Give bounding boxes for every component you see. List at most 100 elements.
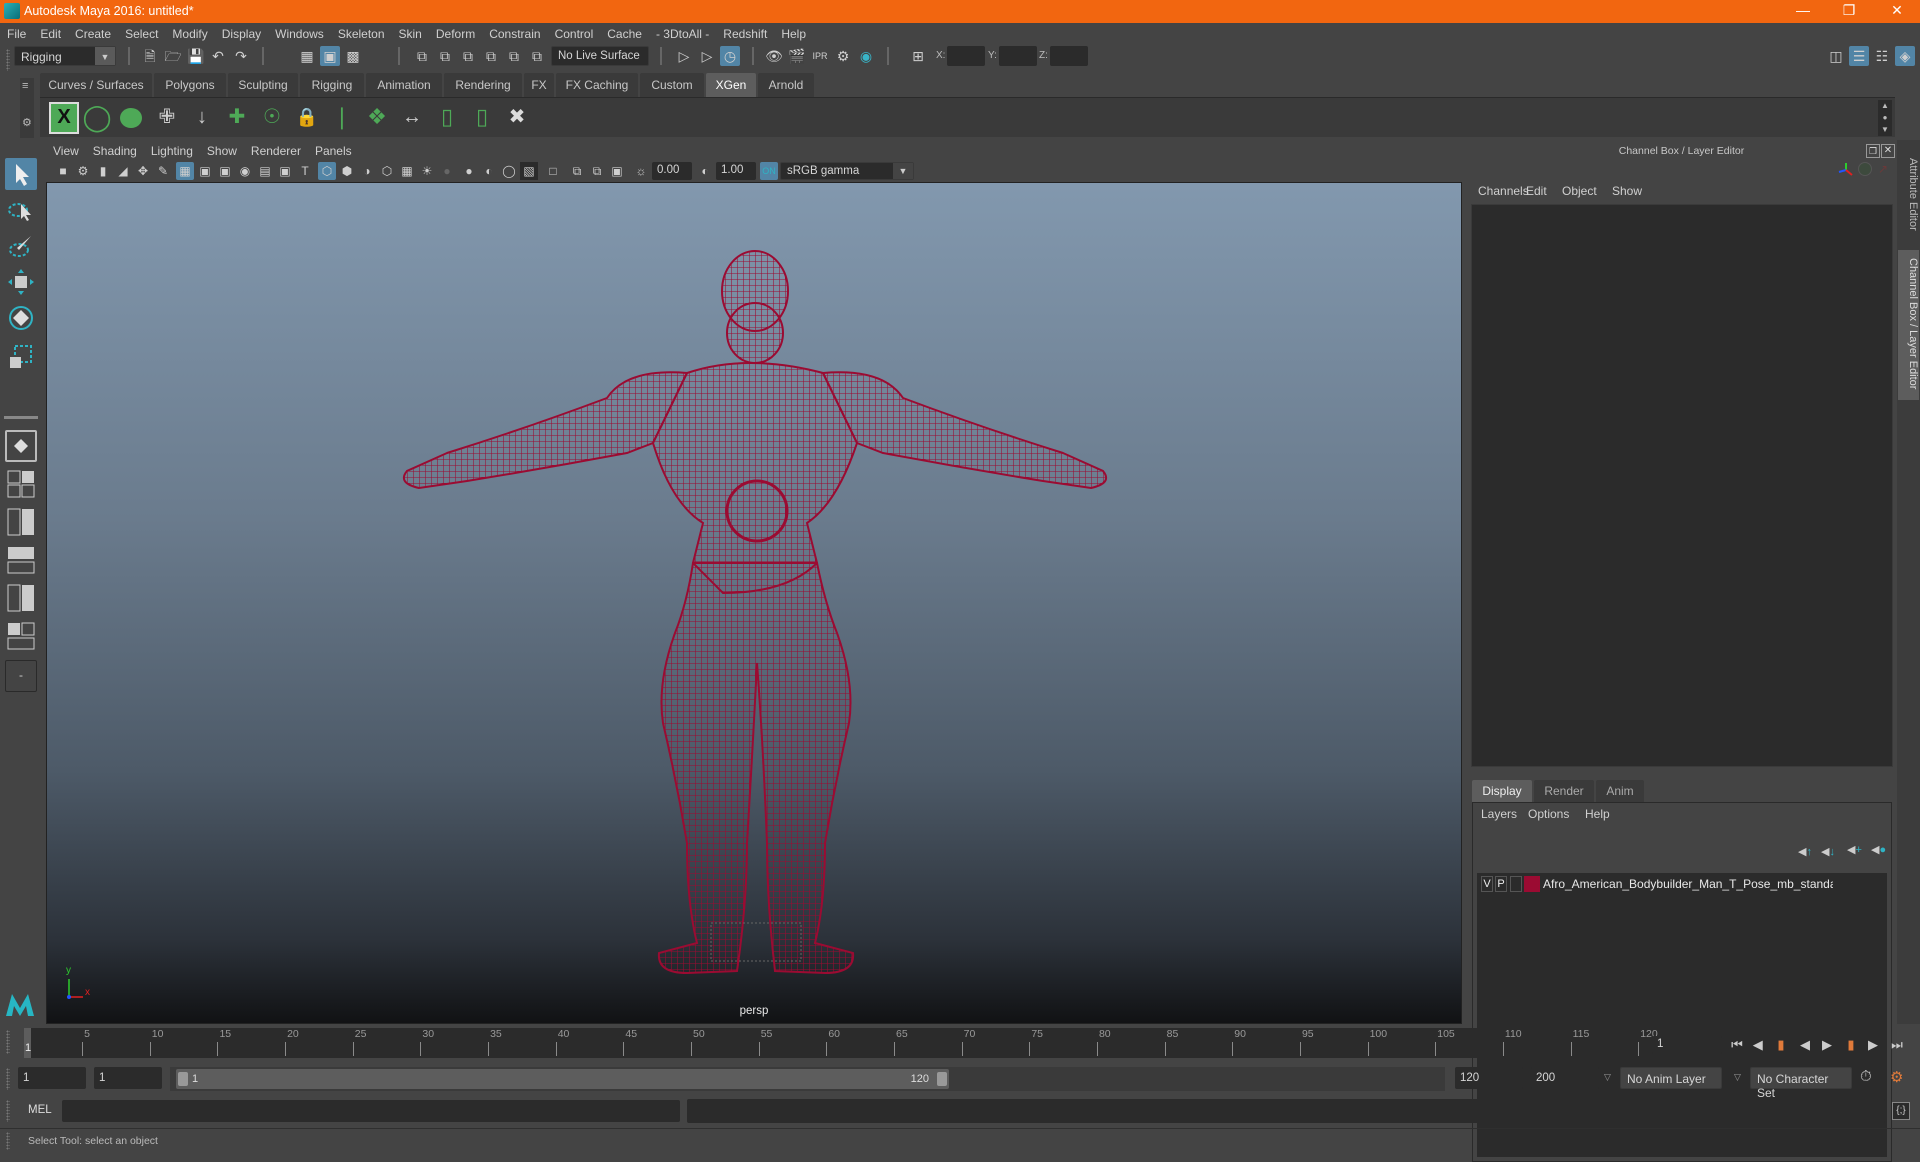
snap-to-projected-center-icon[interactable]: ⧉	[481, 46, 501, 66]
bodybuilder-wireframe-model[interactable]	[47, 183, 1462, 1024]
tool-settings-icon[interactable]: ☷	[1872, 46, 1892, 66]
image-plane-icon[interactable]: ◢	[114, 162, 132, 180]
menu-control[interactable]: Control	[548, 23, 601, 41]
layer-color-swatch[interactable]	[1524, 876, 1540, 892]
animation-end-input[interactable]: 200	[1531, 1067, 1599, 1089]
shelf-tab-rigging[interactable]: Rigging	[300, 73, 364, 97]
motion-blur-icon[interactable]: ◐	[480, 162, 498, 180]
rangebar-grip[interactable]	[6, 1068, 10, 1090]
view-transform-dropdown[interactable]: sRGB gamma ▼	[780, 162, 914, 180]
more-layouts-button[interactable]: -	[5, 660, 37, 692]
toolbar-grip[interactable]	[6, 49, 10, 71]
viewport-menu-shading[interactable]: Shading	[86, 142, 144, 158]
menu-deform[interactable]: Deform	[429, 23, 482, 41]
bookmarks-icon[interactable]: ▮	[94, 162, 112, 180]
menu-windows[interactable]: Windows	[268, 23, 331, 41]
shelf-tab-polygons[interactable]: Polygons	[154, 73, 226, 97]
field-chart-icon[interactable]: ▤	[256, 162, 274, 180]
grid-icon[interactable]: ▦	[176, 162, 194, 180]
menu-file[interactable]: File	[0, 23, 33, 41]
layout-hypershade-persp-button[interactable]	[5, 582, 37, 614]
go-to-start-icon[interactable]: ⏮	[1728, 1036, 1746, 1054]
2d-pan-zoom-icon[interactable]: ✥	[134, 162, 152, 180]
step-back-frame-icon[interactable]: ◀	[1750, 1036, 1768, 1054]
current-time-marker[interactable]: 1	[24, 1028, 31, 1058]
move-layer-down-icon[interactable]: ◀↓	[1821, 845, 1835, 858]
paint-select-tool[interactable]	[5, 230, 37, 262]
side-tab-channel-box[interactable]: Channel Box / Layer Editor	[1898, 250, 1919, 400]
menuset-dropdown[interactable]: Rigging ▼	[14, 46, 116, 66]
cb-menu-show[interactable]: Show	[1612, 184, 1642, 198]
channel-box-content[interactable]	[1471, 204, 1893, 767]
render-settings-icon[interactable]: ⚙	[833, 46, 853, 66]
select-mode-icon[interactable]: ⊞	[908, 46, 928, 66]
resolution-gate-icon[interactable]: ▣	[216, 162, 234, 180]
wireframe-on-shaded-icon[interactable]: ⬡	[378, 162, 396, 180]
lasso-tool[interactable]	[5, 194, 37, 226]
helpline-grip[interactable]	[6, 1132, 10, 1150]
menu-3dtoall[interactable]: - 3DtoAll -	[649, 23, 716, 41]
xgen-clear-preview-icon[interactable]	[117, 102, 147, 134]
anim-layer-chevron-icon[interactable]: ▽	[1604, 1072, 1611, 1083]
animation-start-input[interactable]: 1	[18, 1067, 86, 1089]
close-panel-button[interactable]: ✕	[1881, 144, 1895, 158]
scale-tool[interactable]	[5, 340, 37, 372]
script-editor-icon[interactable]: {;}	[1892, 1102, 1910, 1120]
menu-select[interactable]: Select	[118, 23, 165, 41]
shelf-scroll[interactable]: ▲ ● ▼	[1878, 100, 1892, 136]
cb-menu-object[interactable]: Object	[1562, 184, 1597, 198]
character-set-dropdown[interactable]: No Character Set	[1750, 1067, 1852, 1100]
layer-row[interactable]: V P Afro_American_Bodybuilder_Man_T_Pose…	[1477, 873, 1887, 895]
menu-skeleton[interactable]: Skeleton	[331, 23, 392, 41]
menu-help[interactable]: Help	[774, 23, 813, 41]
cb-menu-channels[interactable]: Channels	[1478, 184, 1529, 198]
create-empty-layer-icon[interactable]: ◀+	[1847, 843, 1862, 856]
input-operations-icon[interactable]: ▷	[674, 46, 694, 66]
y-input[interactable]	[999, 46, 1037, 66]
animation-preferences-icon[interactable]: ⚙	[1890, 1068, 1903, 1086]
menu-constrain[interactable]: Constrain	[482, 23, 547, 41]
camera-attributes-icon[interactable]: ⚙	[74, 162, 92, 180]
default-material-icon[interactable]: ◑	[358, 162, 376, 180]
menu-display[interactable]: Display	[215, 23, 268, 41]
cb-menu-edit[interactable]: Edit	[1526, 184, 1547, 198]
move-layer-up-icon[interactable]: ◀↑	[1798, 845, 1812, 858]
le-menu-help[interactable]: Help	[1585, 807, 1610, 821]
shelf-menu-icon[interactable]: ≡	[22, 80, 28, 92]
play-backwards-icon[interactable]: ◀	[1796, 1036, 1814, 1054]
viewport-persp[interactable]: y x persp	[46, 182, 1462, 1024]
step-forward-key-icon[interactable]: ▮	[1842, 1036, 1860, 1054]
speed-mode-icon[interactable]	[1858, 162, 1872, 176]
exposure-icon[interactable]: ☼	[632, 162, 650, 180]
shelf-tab-custom[interactable]: Custom	[640, 73, 704, 97]
xray-icon[interactable]: ⧉	[568, 162, 586, 180]
time-slider[interactable]: 1 5 10 15 20 25 30 35 40 45 50 55 60 65 70 75 80 85 90 95 1…	[24, 1028, 1658, 1058]
film-gate-icon[interactable]: ▣	[196, 162, 214, 180]
step-forward-frame-icon[interactable]: ▶	[1864, 1036, 1882, 1054]
save-scene-icon[interactable]: 💾	[186, 46, 206, 66]
xgen-preview-icon[interactable]: ◯	[82, 102, 112, 134]
new-scene-icon[interactable]: 🗎	[140, 46, 160, 66]
attribute-editor-toggle-icon[interactable]: ☰	[1849, 46, 1869, 66]
layout-single-pane-button[interactable]	[5, 430, 37, 462]
viewport-menu-panels[interactable]: Panels	[308, 142, 359, 158]
gamma-input[interactable]: 1.00	[716, 162, 756, 180]
xgen-guide-visibility-icon[interactable]: ☉	[257, 102, 287, 134]
color-management-toggle-icon[interactable]: ON	[760, 162, 778, 180]
layout-outliner-persp-button[interactable]	[5, 506, 37, 538]
playback-start-input[interactable]: 1	[94, 1067, 162, 1089]
layer-display-type-toggle[interactable]	[1510, 876, 1522, 892]
xgen-split-guides-icon[interactable]: ❘	[327, 102, 357, 134]
snap-to-point-icon[interactable]: ⧉	[458, 46, 478, 66]
channel-box-toggle-icon[interactable]: ◈	[1895, 46, 1915, 66]
xgen-add-description-icon[interactable]: ✙	[152, 102, 182, 134]
layout-persp-graph-button[interactable]	[5, 544, 37, 576]
grease-pencil-icon[interactable]: ✎	[154, 162, 172, 180]
open-scene-icon[interactable]: 🗁	[163, 46, 183, 66]
tab-anim[interactable]: Anim	[1596, 780, 1644, 802]
menu-modify[interactable]: Modify	[165, 23, 214, 41]
xgen-groom-icon[interactable]: ❖	[362, 102, 392, 134]
use-all-lights-icon[interactable]: ☀	[418, 162, 436, 180]
snap-to-view-plane-icon[interactable]: ⧉	[504, 46, 524, 66]
float-panel-button[interactable]: ❐	[1866, 144, 1880, 158]
